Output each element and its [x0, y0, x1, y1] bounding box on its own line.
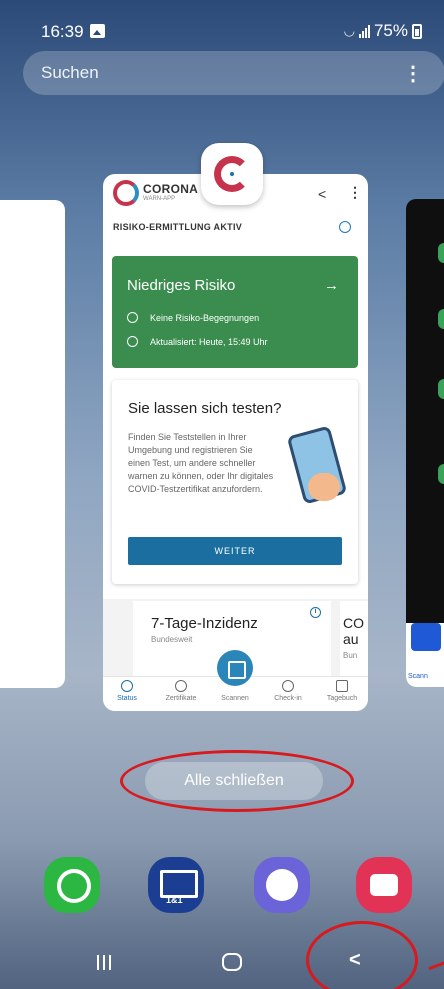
- tab-label: Tagebuch: [326, 695, 358, 702]
- incidence-subtitle: Bundesweit: [151, 635, 193, 644]
- gallery-icon: [90, 24, 105, 38]
- share-icon[interactable]: <: [318, 186, 326, 202]
- info-icon[interactable]: i: [310, 607, 321, 618]
- more-icon[interactable]: ⋮: [403, 61, 423, 86]
- green-indicator: [438, 243, 444, 263]
- clock-icon: [127, 336, 138, 347]
- annotation-circle: [120, 750, 354, 812]
- virus-small-icon: [127, 312, 138, 323]
- right-card-nav: Scann: [406, 623, 444, 687]
- green-indicator: [438, 309, 444, 329]
- incidence-next-subtitle: Bun: [343, 651, 358, 660]
- corona-logo-icon: [113, 180, 139, 206]
- status-icon: [121, 680, 133, 692]
- arrow-right-icon: →: [324, 277, 339, 294]
- tab-status[interactable]: Status: [103, 680, 153, 702]
- wifi-icon: ◡: [343, 23, 355, 38]
- risk-title: Niedriges Risiko: [127, 277, 236, 294]
- recent-app-card-left[interactable]: [0, 200, 65, 688]
- recent-app-card-right[interactable]: Scann: [406, 199, 444, 687]
- app-brand: CORONA: [143, 182, 199, 196]
- recent-apps-icon[interactable]: [97, 955, 111, 970]
- incidence-title: 7-Tage-Inzidenz: [151, 615, 258, 632]
- hand-illustration: [308, 473, 340, 501]
- risk-encounters-row: Keine Risiko-Begegnungen: [127, 312, 259, 323]
- annotation-circle: [306, 921, 418, 989]
- green-indicator: [438, 379, 444, 399]
- tab-label: Scannen: [221, 695, 249, 702]
- whatsapp-icon[interactable]: [44, 857, 100, 913]
- risk-status-indicator: [339, 221, 351, 233]
- status-right: ◡ 75%: [344, 21, 422, 41]
- risk-status: RISIKO-ERMITTLUNG AKTIV: [113, 222, 243, 232]
- tab-certificates[interactable]: Zertifikate: [155, 680, 207, 702]
- battery-percent: 75%: [373, 21, 408, 40]
- recent-app-card-corona-warn[interactable]: CORONA WARN-APP < ⋮ RISIKO-ERMITTLUNG AK…: [103, 174, 368, 711]
- tab-diary[interactable]: Tagebuch: [316, 680, 368, 702]
- corona-warn-app-icon[interactable]: [201, 143, 263, 205]
- app-more-icon[interactable]: ⋮: [348, 184, 362, 201]
- scan-fab-button[interactable]: [217, 650, 253, 686]
- tab-label: Zertifikate: [165, 695, 197, 702]
- virus-icon: [214, 156, 250, 192]
- camera-icon[interactable]: [356, 857, 412, 913]
- risk-tile[interactable]: Niedriges Risiko → Keine Risiko-Begegnun…: [112, 256, 358, 368]
- test-tile: Sie lassen sich testen? Finden Sie Tests…: [112, 380, 358, 584]
- qr-icon: [411, 623, 441, 651]
- battery-icon: [412, 23, 422, 39]
- tab-label: Status: [117, 695, 137, 702]
- mail-icon[interactable]: 1&1: [148, 857, 204, 913]
- incidence-next-title: CO au: [343, 615, 364, 647]
- right-card-label: Scann: [408, 673, 428, 680]
- diary-icon: [336, 680, 348, 692]
- test-body: Finden Sie Teststellen in Ihrer Umgebung…: [128, 432, 274, 494]
- mail-badge: 1&1: [166, 895, 183, 905]
- tab-checkin[interactable]: Check-in: [262, 680, 314, 702]
- home-icon[interactable]: [222, 953, 242, 971]
- browser-icon[interactable]: [254, 857, 310, 913]
- test-title: Sie lassen sich testen?: [128, 400, 282, 417]
- green-indicator: [438, 464, 444, 484]
- signal-icon: [358, 24, 370, 38]
- risk-updated: Aktualisiert: Heute, 15:49 Uhr: [150, 336, 268, 347]
- tab-label: Check-in: [274, 695, 302, 702]
- risk-encounters: Keine Risiko-Begegnungen: [150, 312, 260, 323]
- risk-updated-row: Aktualisiert: Heute, 15:49 Uhr: [127, 336, 268, 347]
- search-label: Suchen: [41, 63, 99, 82]
- app-brand-sub: WARN-APP: [143, 196, 176, 202]
- status-time: 16:39: [41, 22, 84, 41]
- certificate-icon: [175, 680, 187, 692]
- location-icon: [282, 680, 294, 692]
- continue-button[interactable]: WEITER: [128, 537, 342, 565]
- search-bar[interactable]: Suchen ⋮: [23, 51, 444, 95]
